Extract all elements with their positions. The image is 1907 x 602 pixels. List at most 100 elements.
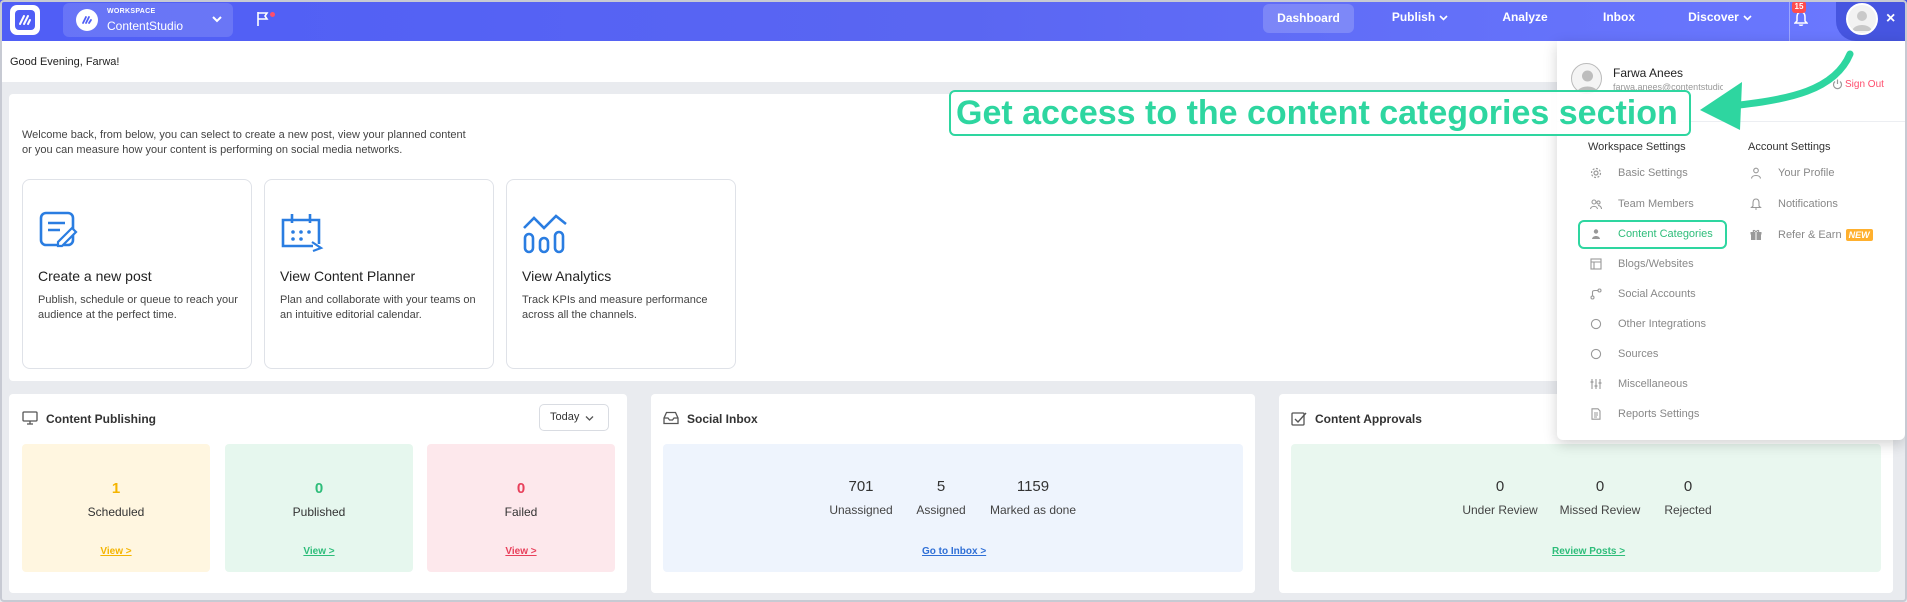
menu-item-label: Sources <box>1618 348 1659 360</box>
assigned-count: 5 <box>936 478 946 495</box>
published-view-link[interactable]: View > <box>225 546 413 557</box>
circle-icon <box>1590 348 1602 360</box>
account-settings-heading: Account Settings <box>1748 141 1831 153</box>
menu-item-content-categories[interactable]: Content Categories <box>1592 226 1713 242</box>
card-title: View Content Planner <box>280 268 416 284</box>
menu-item-your-profile[interactable]: Your Profile <box>1750 165 1835 181</box>
analytics-icon <box>523 214 567 254</box>
rejected-count: 0 <box>1683 478 1693 495</box>
published-count: 0 <box>314 480 324 497</box>
failed-view-link[interactable]: View > <box>427 546 615 557</box>
nav-inbox[interactable]: Inbox <box>1595 0 1643 41</box>
scheduled-view-link[interactable]: View > <box>22 546 210 557</box>
bell-icon[interactable] <box>1794 11 1808 27</box>
card-title: Create a new post <box>38 268 152 284</box>
menu-item-reports-settings[interactable]: Reports Settings <box>1591 406 1700 422</box>
review-posts-link[interactable]: Review Posts > <box>1552 546 1625 557</box>
assigned-label: Assigned <box>916 503 966 517</box>
published-label: Published <box>292 505 346 519</box>
chevron-down-icon <box>212 16 222 23</box>
marked-done-label: Marked as done <box>989 503 1077 517</box>
workspace-settings-heading: Workspace Settings <box>1588 141 1686 153</box>
go-to-inbox-link[interactable]: Go to Inbox > <box>922 546 986 557</box>
missed-review-metric: 0 Missed Review <box>1557 478 1643 517</box>
notification-count-badge: 15 <box>1792 1 1806 13</box>
menu-item-team-members[interactable]: Team Members <box>1590 196 1694 212</box>
nav-publish[interactable]: Publish <box>1385 0 1455 41</box>
rejected-label: Rejected <box>1664 503 1712 517</box>
menu-item-blogs-websites[interactable]: Blogs/Websites <box>1590 256 1694 272</box>
chevron-down-icon <box>1439 15 1448 21</box>
menu-item-label: Basic Settings <box>1618 167 1688 179</box>
menu-item-label: Reports Settings <box>1618 408 1700 420</box>
layout-icon <box>1590 258 1602 270</box>
gear-icon <box>1590 167 1602 179</box>
menu-item-label: Miscellaneous <box>1618 378 1688 390</box>
contentstudio-logo-icon[interactable] <box>10 5 40 35</box>
nav-discover-label: Discover <box>1688 10 1739 24</box>
menu-item-refer-earn[interactable]: Refer & Earn NEW <box>1750 227 1873 243</box>
welcome-text: Welcome back, from below, you can select… <box>22 129 466 156</box>
date-filter-dropdown[interactable]: Today <box>539 404 609 431</box>
new-badge: NEW <box>1845 229 1873 241</box>
nav-analyze[interactable]: Analyze <box>1494 0 1556 41</box>
sliders-icon <box>1590 379 1602 389</box>
nav-discover[interactable]: Discover <box>1684 0 1756 41</box>
card-description: Publish, schedule or queue to reach your… <box>38 294 238 321</box>
content-publishing-title: Content Publishing <box>46 412 156 426</box>
menu-item-other-integrations[interactable]: Other Integrations <box>1590 316 1707 332</box>
menu-item-basic-settings[interactable]: Basic Settings <box>1590 165 1688 181</box>
avatar[interactable] <box>1846 3 1878 35</box>
missed-review-count: 0 <box>1595 478 1605 495</box>
workspace-switcher[interactable]: WORKSPACE ContentStudio <box>63 3 233 37</box>
menu-item-social-accounts[interactable]: Social Accounts <box>1590 286 1696 302</box>
menu-item-miscellaneous[interactable]: Miscellaneous <box>1590 376 1688 392</box>
analytics-card[interactable]: View Analytics Track KPIs and measure pe… <box>506 179 736 369</box>
nav-dashboard[interactable]: Dashboard <box>1263 4 1354 33</box>
menu-item-sources[interactable]: Sources <box>1590 346 1659 362</box>
circle-icon <box>1590 318 1602 330</box>
menu-item-label: Refer & Earn <box>1778 229 1842 241</box>
published-stat: 0 Published View > <box>225 444 413 572</box>
menu-item-notifications[interactable]: Notifications <box>1750 196 1838 212</box>
menu-item-label: Your Profile <box>1778 167 1835 179</box>
menu-item-label: Blogs/Websites <box>1618 258 1694 270</box>
create-post-card[interactable]: Create a new post Publish, schedule or q… <box>22 179 252 369</box>
failed-label: Failed <box>504 505 538 519</box>
create-post-icon <box>39 211 78 248</box>
menu-item-label: Other Integrations <box>1618 318 1707 330</box>
content-planner-card[interactable]: View Content Planner Plan and collaborat… <box>264 179 494 369</box>
chevron-down-icon <box>1743 15 1752 21</box>
failed-count: 0 <box>516 480 526 497</box>
failed-stat: 0 Failed View > <box>427 444 615 572</box>
share-icon <box>1590 288 1602 300</box>
unassigned-label: Unassigned <box>829 503 893 517</box>
user-icon <box>1750 167 1762 179</box>
bell-icon <box>1750 198 1762 210</box>
document-icon <box>1591 408 1601 420</box>
users-icon <box>1590 199 1602 210</box>
chevron-down-icon <box>585 416 594 421</box>
card-description: Track KPIs and measure performance acros… <box>522 294 708 321</box>
under-review-metric: 0 Under Review <box>1460 478 1540 517</box>
content-approvals-title: Content Approvals <box>1315 412 1422 426</box>
scheduled-stat: 1 Scheduled View > <box>22 444 210 572</box>
user-name: Farwa Anees <box>1613 66 1684 80</box>
date-filter-value: Today <box>550 411 580 423</box>
user-icon <box>1592 229 1600 239</box>
missed-review-label: Missed Review <box>1559 503 1641 517</box>
menu-item-label: Notifications <box>1778 198 1838 210</box>
rejected-metric: 0 Rejected <box>1657 478 1719 517</box>
flag-icon[interactable] <box>256 11 270 27</box>
close-menu-button[interactable]: × <box>1886 10 1895 28</box>
calendar-icon <box>281 214 324 253</box>
marked-done-metric: 1159 Marked as done <box>985 478 1081 517</box>
workspace-name: ContentStudio <box>107 19 184 33</box>
menu-item-label: Social Accounts <box>1618 288 1696 300</box>
greeting-text: Good Evening, Farwa! <box>10 56 120 68</box>
flag-notification-dot <box>270 12 275 17</box>
menu-item-label: Team Members <box>1618 198 1694 210</box>
unassigned-count: 701 <box>848 478 874 495</box>
social-inbox-title: Social Inbox <box>687 412 758 426</box>
unassigned-metric: 701 Unassigned <box>826 478 896 517</box>
